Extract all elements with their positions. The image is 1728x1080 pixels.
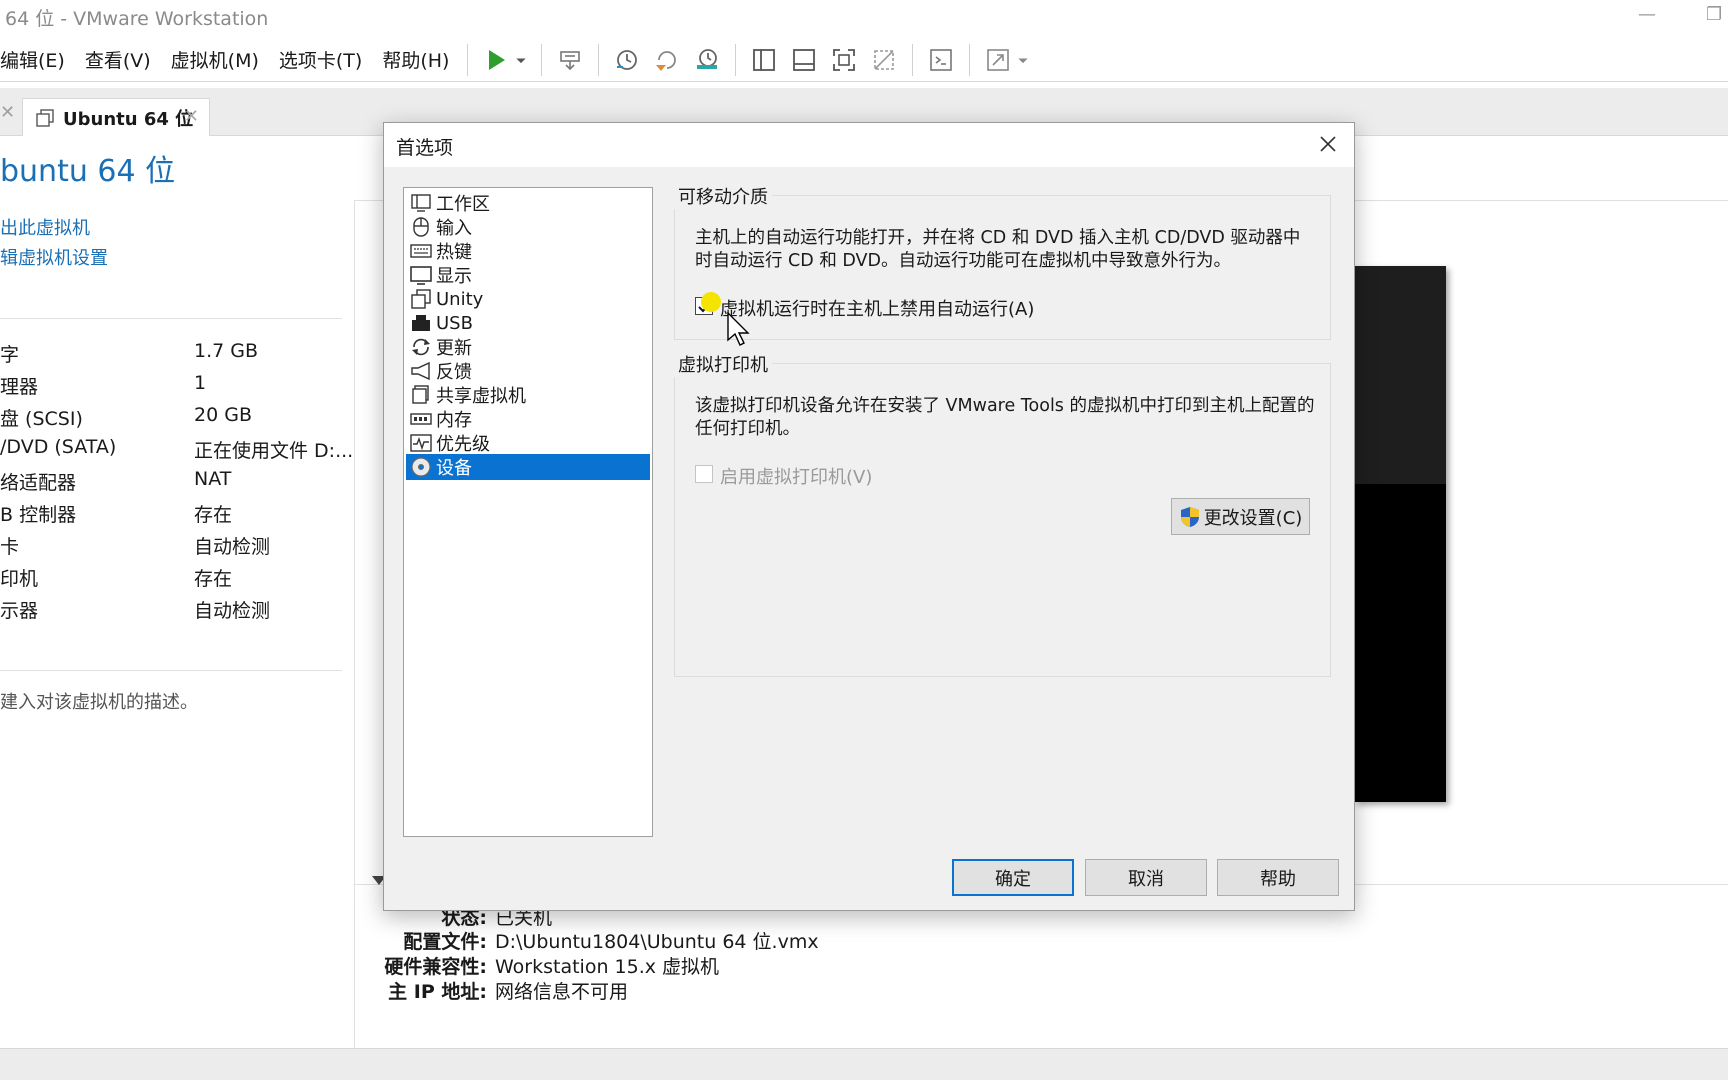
menu-view[interactable]: 查看(V) — [75, 46, 161, 73]
console-icon[interactable] — [924, 43, 958, 77]
detail-row: 配置文件: D:\Ubuntu1804\Ubuntu 64 位.vmx — [403, 931, 819, 953]
nav-item-display[interactable]: 显示 — [406, 262, 650, 288]
window-titlebar: 64 位 - VMware Workstation — ❐ — [0, 0, 1728, 34]
menu-vm[interactable]: 虚拟机(M) — [161, 46, 269, 73]
enable-printer-label[interactable]: 启用虚拟打印机(V) — [720, 463, 872, 489]
mouse-pointer-icon — [727, 312, 750, 346]
edit-settings-link[interactable]: 辑虚拟机设置 — [0, 244, 108, 270]
unity-icon[interactable] — [867, 43, 901, 77]
device-row[interactable]: 示器 自动检测 — [0, 596, 340, 626]
nav-item-input[interactable]: 输入 — [406, 214, 650, 240]
toolbar-separator — [467, 43, 469, 76]
workspace-icon — [411, 194, 431, 212]
dialog-title: 首选项 — [396, 137, 454, 159]
nav-item-usb[interactable]: USB — [406, 310, 650, 336]
dropdown-arrow-icon[interactable] — [512, 43, 530, 77]
disable-autorun-label[interactable]: 虚拟机运行时在主机上禁用自动运行(A) — [720, 295, 1034, 321]
nav-item-memory[interactable]: 内存 — [406, 406, 650, 432]
detail-row: 硬件兼容性: Workstation 15.x 虚拟机 — [384, 956, 720, 978]
megaphone-icon — [411, 361, 430, 381]
send-keys-icon[interactable] — [553, 43, 587, 77]
mouse-icon — [413, 217, 429, 237]
device-row[interactable]: 印机 存在 — [0, 564, 340, 594]
group-label: 可移动介质 — [674, 183, 772, 209]
vm-screen-thumbnail[interactable] — [1354, 266, 1446, 802]
revert-snapshot-icon[interactable] — [650, 43, 684, 77]
device-row[interactable]: 理器 1 — [0, 372, 340, 402]
removable-media-text: 主机上的自动运行功能打开，并在将 CD 和 DVD 插入主机 CD/DVD 驱动… — [695, 228, 1301, 271]
tab-ubuntu[interactable]: Ubuntu 64 位 ✕ — [22, 98, 210, 136]
monitor-icon — [410, 266, 432, 285]
page-title: buntu 64 位 — [0, 154, 176, 189]
device-row[interactable]: 字 1.7 GB — [0, 340, 340, 370]
status-bar — [0, 1048, 1728, 1080]
device-row[interactable]: 络适配器 NAT — [0, 468, 340, 498]
toolbar-separator — [598, 43, 600, 76]
change-settings-button[interactable]: 更改设置(C) — [1171, 498, 1310, 535]
window-title: 64 位 - VMware Workstation — [5, 7, 269, 30]
menu-tabs[interactable]: 选项卡(T) — [269, 46, 372, 73]
device-row[interactable]: 卡自动检测 — [0, 532, 340, 562]
device-row[interactable]: B 控制器 存在 — [0, 500, 340, 530]
divider — [0, 318, 342, 319]
nav-item-updates[interactable]: 更新 — [406, 334, 650, 360]
close-icon[interactable] — [1316, 132, 1340, 156]
library-view-icon[interactable] — [747, 43, 781, 77]
virtual-printer-text: 该虚拟打印机设备允许在安装了 VMware Tools 的虚拟机中打印到主机上配… — [695, 396, 1315, 439]
nav-item-unity[interactable]: Unity — [406, 286, 650, 312]
play-icon[interactable] — [479, 43, 513, 77]
device-row[interactable]: /DVD (SATA) 正在使用文件 D:... — [0, 436, 353, 466]
group-label: 虚拟打印机 — [674, 351, 772, 377]
preferences-nav-list: 工作区 输入 热键 显示 Unity USB 更新 反馈 共享虚拟机 内存 优先… — [403, 187, 653, 837]
priority-icon — [410, 434, 432, 452]
unity-window-icon — [411, 289, 431, 309]
ok-button[interactable]: 确定 — [952, 859, 1074, 896]
snapshot-icon[interactable] — [610, 43, 644, 77]
refresh-icon — [412, 338, 430, 356]
preferences-dialog: 首选项 工作区 输入 热键 显示 Unity USB 更新 反馈 共享虚拟机 内… — [383, 122, 1355, 911]
help-button[interactable]: 帮助 — [1217, 859, 1339, 896]
usb-device-icon — [412, 315, 430, 331]
dialog-titlebar: 首选项 — [384, 123, 1354, 167]
keyboard-icon — [410, 244, 432, 258]
nav-item-devices[interactable]: 设备 — [406, 454, 650, 480]
detail-row: 主 IP 地址: 网络信息不可用 — [388, 981, 629, 1003]
nav-item-workspace[interactable]: 工作区 — [406, 190, 650, 216]
nav-item-hotkeys[interactable]: 热键 — [406, 238, 650, 264]
device-row[interactable]: 盘 (SCSI) 20 GB — [0, 404, 340, 434]
description-placeholder[interactable]: 建入对该虚拟机的描述。 — [0, 688, 198, 714]
nav-item-priority[interactable]: 优先级 — [406, 430, 650, 456]
dropdown-arrow-icon[interactable] — [1014, 43, 1032, 77]
toolbar-separator — [969, 43, 971, 76]
restore-button[interactable]: ❐ — [1706, 4, 1722, 25]
snapshot-manager-icon[interactable] — [690, 43, 724, 77]
toolbar-separator — [735, 43, 737, 76]
divider — [0, 670, 342, 671]
click-highlight — [701, 292, 721, 312]
tab-label: Ubuntu 64 位 — [63, 108, 194, 130]
menu-help[interactable]: 帮助(H) — [372, 46, 459, 73]
menu-toolbar: 编辑(E) 查看(V) 虚拟机(M) 选项卡(T) 帮助(H) — [0, 38, 1728, 82]
shared-vm-icon — [412, 385, 429, 404]
disc-icon — [411, 457, 431, 477]
minimize-button[interactable]: — — [1638, 4, 1656, 25]
thumbnail-view-icon[interactable] — [787, 43, 821, 77]
close-icon[interactable]: ✕ — [0, 102, 15, 123]
uac-shield-icon — [1180, 506, 1199, 527]
toolbar-separator — [541, 43, 543, 76]
nav-item-shared-vms[interactable]: 共享虚拟机 — [406, 382, 650, 408]
memory-icon — [410, 413, 432, 425]
menu-edit[interactable]: 编辑(E) — [0, 46, 75, 73]
fullscreen-icon[interactable] — [827, 43, 861, 77]
close-icon[interactable]: ✕ — [184, 106, 199, 127]
enable-printer-checkbox[interactable] — [695, 465, 713, 483]
power-on-link[interactable]: 出此虚拟机 — [0, 214, 90, 240]
stretch-icon[interactable] — [981, 43, 1015, 77]
vm-tab-icon — [36, 108, 54, 127]
cancel-button[interactable]: 取消 — [1085, 859, 1207, 896]
toolbar-separator — [912, 43, 914, 76]
nav-item-feedback[interactable]: 反馈 — [406, 358, 650, 384]
